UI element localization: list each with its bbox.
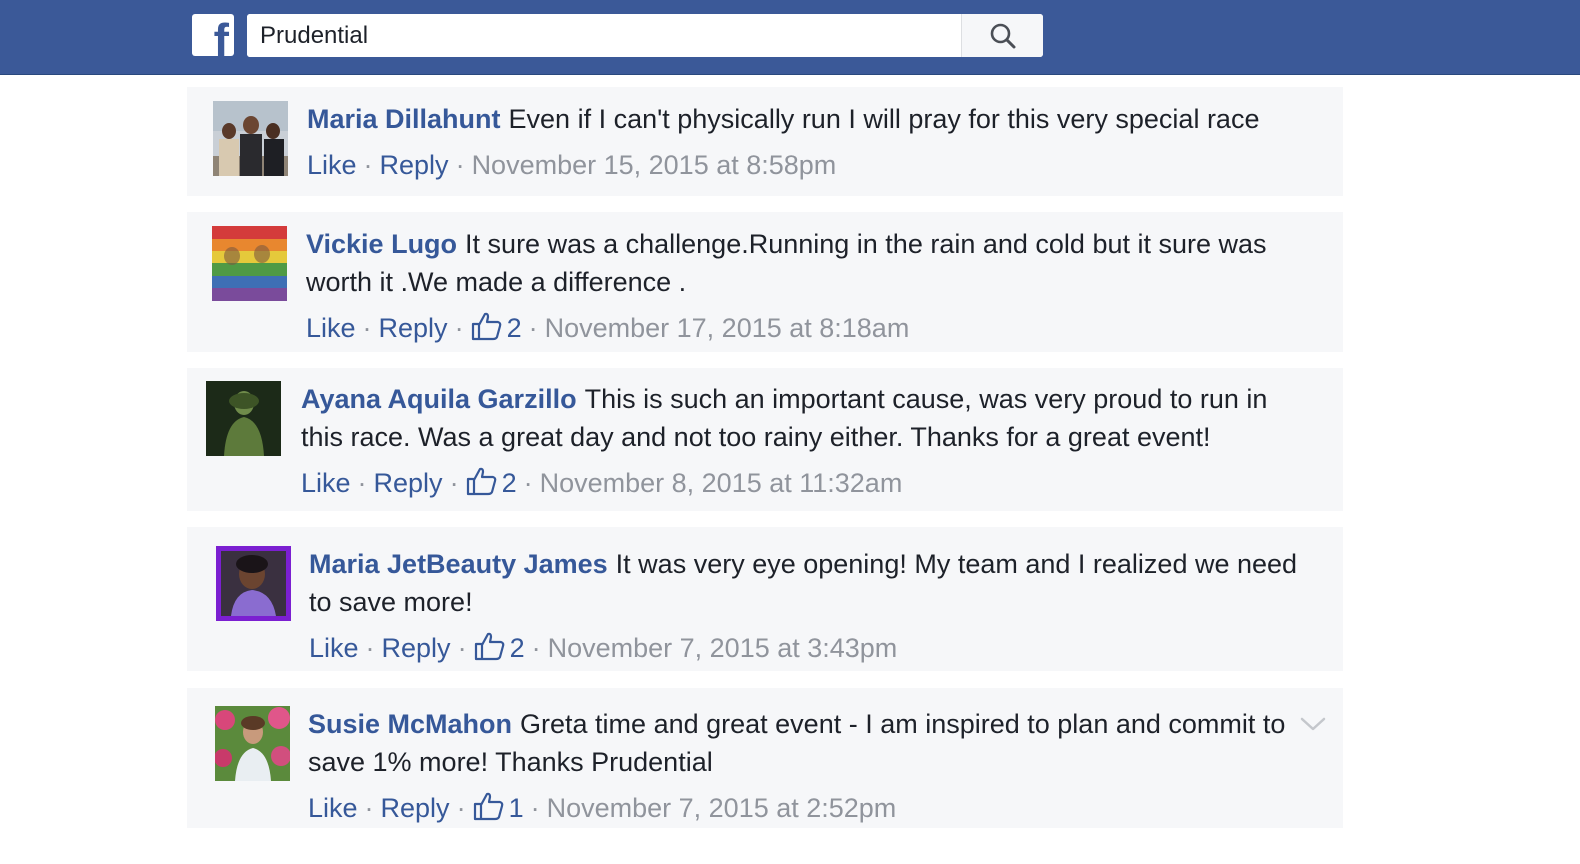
like-link[interactable]: Like (308, 793, 358, 823)
separator: · (457, 633, 467, 663)
comment-item: Vickie Lugo It sure was a challenge.Runni… (187, 212, 1343, 352)
like-count[interactable]: 2 (510, 633, 525, 663)
search-icon (990, 23, 1016, 49)
comment-body: Maria JetBeauty James It was very eye ope… (309, 545, 1319, 671)
avatar[interactable] (216, 546, 291, 621)
reply-link[interactable]: Reply (381, 793, 450, 823)
comment-timestamp[interactable]: November 7, 2015 at 3:43pm (548, 633, 898, 663)
separator: · (528, 313, 538, 343)
comment-item: Ayana Aquila Garzillo This is such an imp… (187, 368, 1343, 511)
comment-timestamp[interactable]: November 7, 2015 at 2:52pm (547, 793, 897, 823)
facebook-logo-letter: f (213, 14, 229, 56)
comment-meta: Like · Reply · 1 · November 7, 2015 at 2:52pm (308, 789, 1318, 831)
avatar[interactable] (206, 381, 281, 456)
comment-timestamp[interactable]: November 17, 2015 at 8:18am (545, 313, 910, 343)
separator: · (530, 793, 540, 823)
separator: · (454, 313, 464, 343)
comment-text: Even if I can't physically run I will pr… (508, 104, 1260, 134)
avatar[interactable] (215, 706, 290, 781)
comment-meta: Like · Reply · November 15, 2015 at 8:58pm (307, 146, 1317, 184)
comment-author[interactable]: Vickie Lugo (306, 229, 457, 259)
comment-meta: Like · Reply · 2 · November 17, 2015 at 8:18am (306, 309, 1316, 351)
separator: · (362, 313, 372, 343)
separator: · (365, 633, 375, 663)
like-count[interactable]: 1 (509, 793, 524, 823)
like-link[interactable]: Like (309, 633, 359, 663)
avatar[interactable] (213, 101, 288, 176)
separator: · (357, 468, 367, 498)
thumbs-up-icon[interactable] (473, 791, 505, 831)
separator: · (531, 633, 541, 663)
search-bar (247, 14, 1043, 57)
thumbs-up-icon[interactable] (471, 311, 503, 351)
top-bar: f (0, 0, 1580, 75)
separator: · (364, 793, 374, 823)
reply-link[interactable]: Reply (374, 468, 443, 498)
separator: · (455, 150, 465, 180)
separator: · (449, 468, 459, 498)
comment-item: Maria Dillahunt Even if I can't physicall… (187, 87, 1343, 196)
like-link[interactable]: Like (301, 468, 351, 498)
chevron-down-icon[interactable] (1300, 716, 1326, 732)
search-input[interactable] (247, 14, 962, 57)
facebook-logo-icon[interactable]: f (192, 14, 234, 56)
separator: · (363, 150, 373, 180)
like-count[interactable]: 2 (502, 468, 517, 498)
reply-link[interactable]: Reply (380, 150, 449, 180)
comment-body: Ayana Aquila Garzillo This is such an imp… (301, 380, 1311, 506)
like-link[interactable]: Like (307, 150, 357, 180)
comment-author[interactable]: Maria Dillahunt (307, 104, 501, 134)
separator: · (523, 468, 533, 498)
like-link[interactable]: Like (306, 313, 356, 343)
comment-item: Maria JetBeauty James It was very eye ope… (187, 527, 1343, 671)
comment-body: Vickie Lugo It sure was a challenge.Runni… (306, 225, 1316, 351)
comment-item: Susie McMahon Greta time and great event … (187, 688, 1343, 828)
comment-author[interactable]: Susie McMahon (308, 709, 512, 739)
reply-link[interactable]: Reply (382, 633, 451, 663)
like-count[interactable]: 2 (507, 313, 522, 343)
comment-timestamp[interactable]: November 15, 2015 at 8:58pm (472, 150, 837, 180)
comment-body: Susie McMahon Greta time and great event … (308, 705, 1318, 831)
comment-author[interactable]: Maria JetBeauty James (309, 549, 608, 579)
thumbs-up-icon[interactable] (474, 631, 506, 671)
thumbs-up-icon[interactable] (466, 466, 498, 506)
separator: · (456, 793, 466, 823)
comment-timestamp[interactable]: November 8, 2015 at 11:32am (540, 468, 903, 498)
avatar[interactable] (212, 226, 287, 301)
comment-meta: Like · Reply · 2 · November 8, 2015 at 11:32am (301, 464, 1311, 506)
reply-link[interactable]: Reply (379, 313, 448, 343)
comment-body: Maria Dillahunt Even if I can't physicall… (307, 100, 1317, 184)
comment-author[interactable]: Ayana Aquila Garzillo (301, 384, 577, 414)
search-button[interactable] (961, 14, 1043, 57)
comment-meta: Like · Reply · 2 · November 7, 2015 at 3:43pm (309, 629, 1319, 671)
